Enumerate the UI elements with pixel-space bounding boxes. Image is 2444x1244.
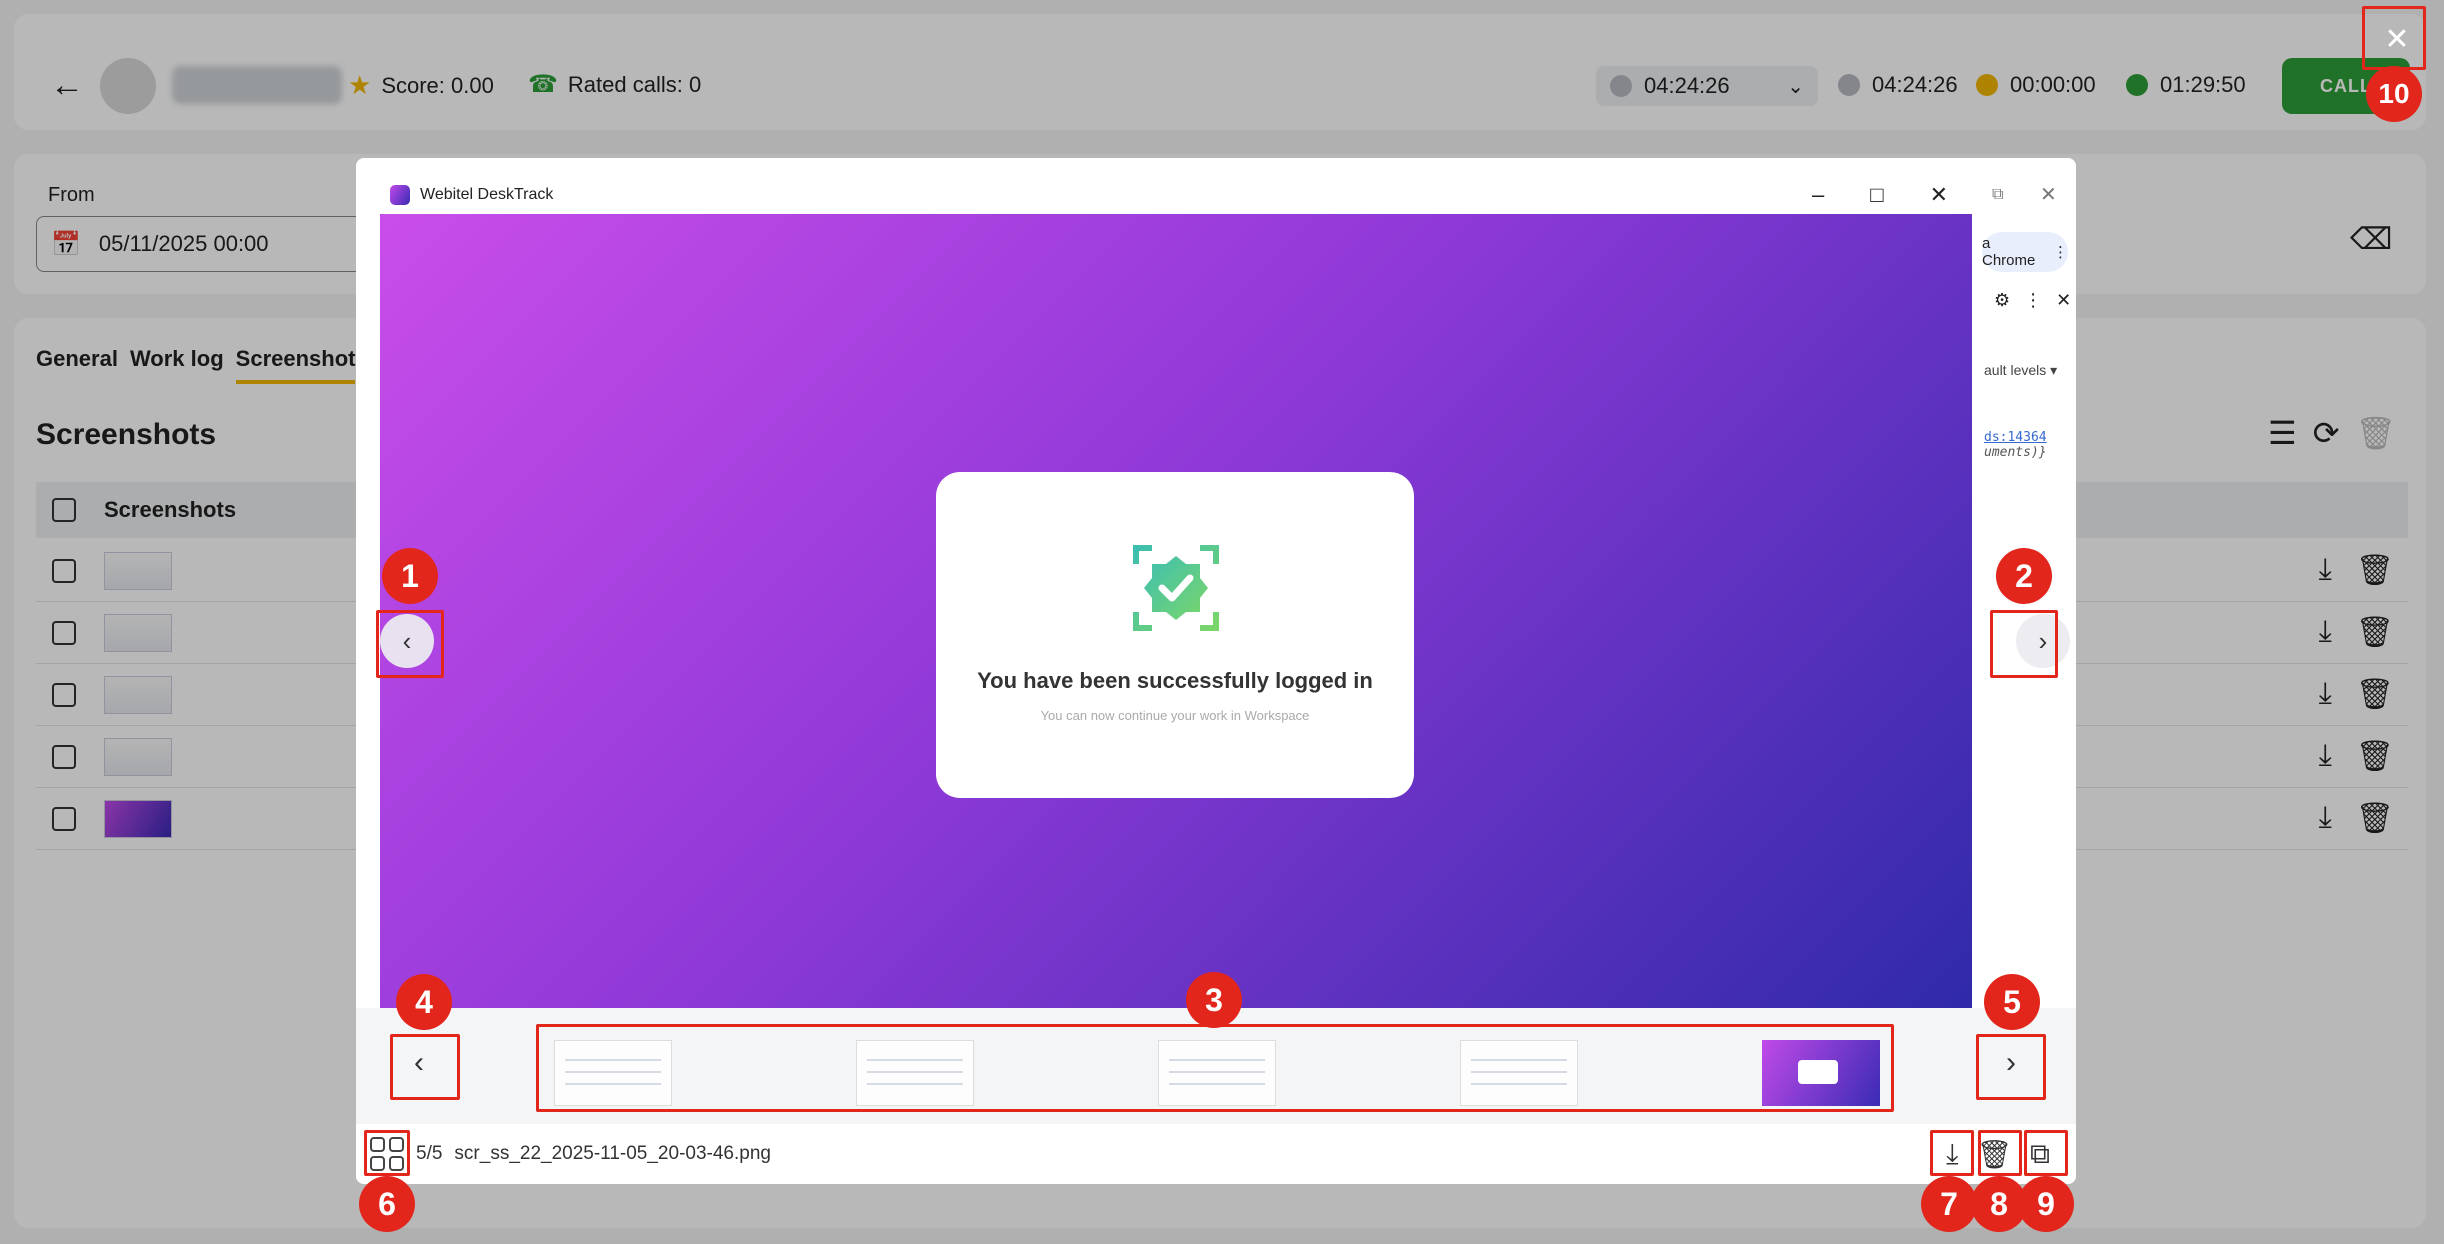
callout-badge-2: 2	[1996, 548, 2052, 604]
callout-box-8	[1978, 1130, 2022, 1176]
captured-gradient-background: You have been successfully logged in You…	[380, 214, 1972, 1008]
kebab-icon: ⋮	[2024, 290, 2043, 310]
callout-badge-9: 9	[2018, 1176, 2074, 1232]
captured-app-title: Webitel DeskTrack	[420, 186, 554, 203]
screenshot-counter: 5/5	[416, 1143, 443, 1164]
chrome-pill: a Chrome ⋮	[1982, 232, 2068, 272]
callout-badge-7: 7	[1921, 1176, 1977, 1232]
screenshot-image: Webitel DeskTrack – □ ✕ You have been su…	[380, 176, 1972, 1008]
callout-box-2	[1990, 610, 2058, 678]
close-icon: ✕	[2056, 290, 2072, 310]
callout-box-10	[2362, 6, 2426, 70]
callout-badge-3: 3	[1186, 972, 1242, 1028]
devtools-code-text: uments)}	[1984, 445, 2047, 460]
callout-box-6	[364, 1130, 410, 1176]
app-logo-icon	[390, 185, 410, 205]
callout-badge-1: 1	[382, 548, 438, 604]
devtools-link: ds:14364	[1984, 430, 2047, 445]
callout-box-9	[2024, 1130, 2068, 1176]
maximize-icon: □	[1870, 182, 1884, 207]
login-success-subtitle: You can now continue your work in Worksp…	[1040, 708, 1310, 723]
callout-badge-5: 5	[1984, 974, 2040, 1030]
callout-box-3	[536, 1024, 1894, 1112]
devtools-levels: ault levels ▾	[1984, 362, 2058, 378]
devtools-icons: ⚙ ⋮ ✕	[1994, 290, 2071, 311]
window-controls: – □ ✕	[1812, 182, 1962, 208]
kebab-icon: ⋮	[2053, 244, 2068, 261]
callout-box-1	[376, 610, 444, 678]
screenshot-filename: scr_ss_22_2025-11-05_20-03-46.png	[454, 1143, 771, 1164]
devtools-code: ds:14364 uments)}	[1984, 430, 2047, 460]
callout-box-4	[390, 1034, 460, 1100]
captured-window-titlebar: Webitel DeskTrack – □ ✕	[380, 176, 1972, 214]
gear-icon: ⚙	[1994, 290, 2011, 310]
chrome-pill-text: a Chrome	[1982, 235, 2036, 269]
close-icon: ✕	[1929, 182, 1948, 207]
callout-box-7	[1930, 1130, 1974, 1176]
login-success-title: You have been successfully logged in	[977, 668, 1373, 693]
login-success-card: You have been successfully logged in You…	[936, 472, 1414, 798]
restore-icon: ⧉	[1992, 186, 2004, 203]
close-icon: ✕	[2040, 184, 2057, 206]
callout-box-5	[1976, 1034, 2046, 1100]
viewer-footer: 5/5 scr_ss_22_2025-11-05_20-03-46.png ⤓ …	[356, 1124, 2076, 1184]
callout-badge-10: 10	[2366, 66, 2422, 122]
callout-badge-4: 4	[396, 974, 452, 1030]
verified-shield-icon	[1133, 545, 1219, 631]
minimize-icon: –	[1812, 182, 1825, 207]
callout-badge-6: 6	[359, 1176, 415, 1232]
